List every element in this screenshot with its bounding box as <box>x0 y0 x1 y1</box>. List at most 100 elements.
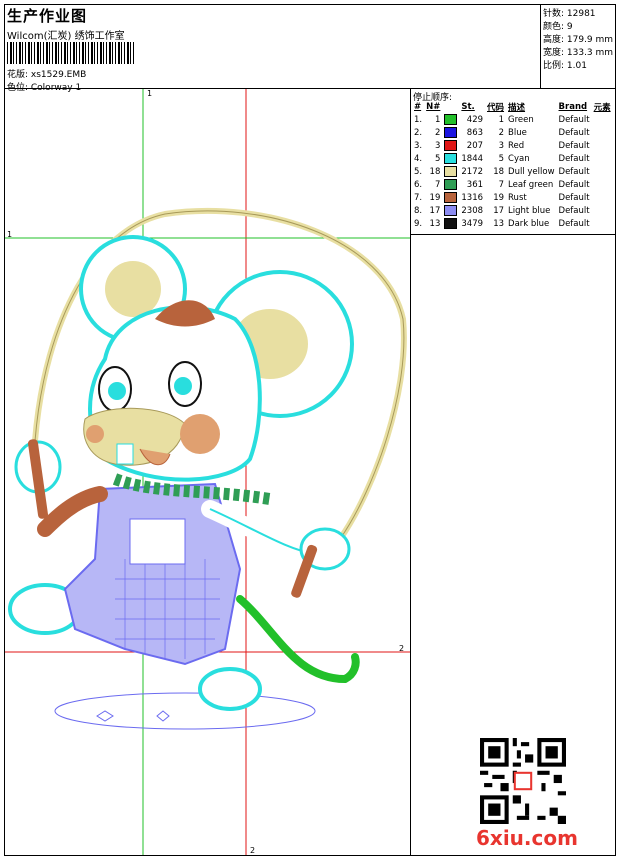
color-row: 5. 18 2172 18 Dull yellow Default <box>412 165 613 178</box>
row-element <box>592 113 613 126</box>
color-table-header: # N# St. 代码 描述 Brand 元素 <box>412 100 613 113</box>
color-row: 6. 7 361 7 Leaf green Default <box>412 178 613 191</box>
color-swatch <box>444 127 458 138</box>
row-description: Leaf green <box>508 179 554 190</box>
row-needle: 17 <box>429 205 441 216</box>
row-index: 6. <box>414 179 423 190</box>
design-width: 宽度: 133.3 mm <box>543 48 614 58</box>
row-element <box>592 152 613 165</box>
row-description: Red <box>508 140 525 151</box>
row-code: 19 <box>493 192 505 203</box>
embroidery-preview <box>5 89 410 855</box>
row-brand: Default <box>558 127 590 138</box>
row-element <box>592 204 613 217</box>
row-code: 2 <box>498 127 505 138</box>
row-element <box>592 217 613 230</box>
color-swatch <box>444 179 458 190</box>
header-info: 生产作业图 Wilcom(汇炭) 绣饰工作室 花版: xs1529.EMB 色位… <box>5 5 540 93</box>
table-divider <box>410 234 616 235</box>
row-stitches: 361 <box>466 179 484 190</box>
row-swatch <box>442 126 459 139</box>
row-stitches: 3479 <box>461 218 484 229</box>
row-swatch <box>442 217 459 230</box>
guide-label-top: 1 <box>147 89 153 98</box>
row-swatch <box>442 178 459 191</box>
color-swatch <box>444 192 458 203</box>
left-pupil <box>108 382 126 400</box>
guide-label-left: 1 <box>7 230 13 239</box>
row-stitches: 429 <box>466 114 484 125</box>
row-needle: 19 <box>429 192 441 203</box>
row-index: 9. <box>414 218 423 229</box>
color-swatch <box>444 114 458 125</box>
row-index: 7. <box>414 192 423 203</box>
row-needle: 1 <box>434 114 441 125</box>
color-row: 1. 1 429 1 Green Default <box>412 113 613 126</box>
col-needle: N# <box>426 101 441 112</box>
qr-code <box>480 738 566 824</box>
mouse-tail <box>236 595 360 684</box>
row-brand: Default <box>558 140 590 151</box>
row-description: Dull yellow <box>508 166 555 177</box>
row-needle: 7 <box>434 179 441 190</box>
watermark-brand: 6xiu.com <box>476 826 578 850</box>
stats-panel: 针数: 12981 颜色: 9 高度: 179.9 mm 宽度: 133.3 m… <box>540 5 617 88</box>
color-row: 8. 17 2308 17 Light blue Default <box>412 204 613 217</box>
row-description: Blue <box>508 127 527 138</box>
row-needle: 18 <box>429 166 441 177</box>
color-row: 9. 13 3479 13 Dark blue Default <box>412 217 613 230</box>
color-row: 7. 19 1316 19 Rust Default <box>412 191 613 204</box>
page-title: 生产作业图 <box>7 7 88 25</box>
color-swatch <box>444 166 458 177</box>
row-swatch <box>442 204 459 217</box>
row-code: 3 <box>498 140 505 151</box>
row-element <box>592 178 613 191</box>
color-table: # N# St. 代码 描述 Brand 元素 1. 1 429 1 Green Defa… <box>412 100 613 230</box>
row-stitches: 1844 <box>461 153 484 164</box>
row-description: Dark blue <box>508 218 550 229</box>
row-code: 7 <box>498 179 505 190</box>
col-index: # <box>414 101 422 112</box>
col-brand: Brand <box>558 101 588 112</box>
teeth <box>116 443 134 465</box>
row-stitches: 2172 <box>461 166 484 177</box>
panel-divider <box>410 88 411 856</box>
guide-label-bottom: 2 <box>250 846 256 855</box>
row-code: 17 <box>493 205 505 216</box>
company-name: Wilcom(汇炭) 绣饰工作室 <box>7 31 125 42</box>
row-index: 8. <box>414 205 423 216</box>
color-row: 3. 3 207 3 Red Default <box>412 139 613 152</box>
row-stitches: 863 <box>466 127 484 138</box>
color-row: 4. 5 1844 5 Cyan Default <box>412 152 613 165</box>
row-element <box>592 191 613 204</box>
row-index: 4. <box>414 153 423 164</box>
row-index: 1. <box>414 114 423 125</box>
overalls-bib <box>129 518 186 565</box>
row-description: Light blue <box>508 205 551 216</box>
row-code: 1 <box>498 114 505 125</box>
shadow-diamond-1 <box>96 710 114 722</box>
stitch-count: 针数: 12981 <box>543 9 596 19</box>
design-file: 花版: xs1529.EMB <box>7 70 87 80</box>
row-brand: Default <box>558 179 590 190</box>
shadow-diamond-2 <box>156 710 170 722</box>
row-element <box>592 139 613 152</box>
row-description: Green <box>508 114 534 125</box>
left-ear-inner <box>105 261 161 317</box>
row-stitches: 207 <box>466 140 484 151</box>
row-brand: Default <box>558 218 590 229</box>
row-swatch <box>442 165 459 178</box>
row-brand: Default <box>558 205 590 216</box>
row-brand: Default <box>558 153 590 164</box>
right-foot <box>198 667 262 711</box>
col-stitches: St. <box>461 101 475 112</box>
row-swatch <box>442 139 459 152</box>
right-pupil <box>174 377 192 395</box>
nose <box>86 425 104 443</box>
row-needle: 2 <box>434 127 441 138</box>
row-stitches: 2308 <box>461 205 484 216</box>
color-count: 颜色: 9 <box>543 22 573 32</box>
barcode <box>7 42 135 64</box>
row-swatch <box>442 191 459 204</box>
color-swatch <box>444 140 458 151</box>
